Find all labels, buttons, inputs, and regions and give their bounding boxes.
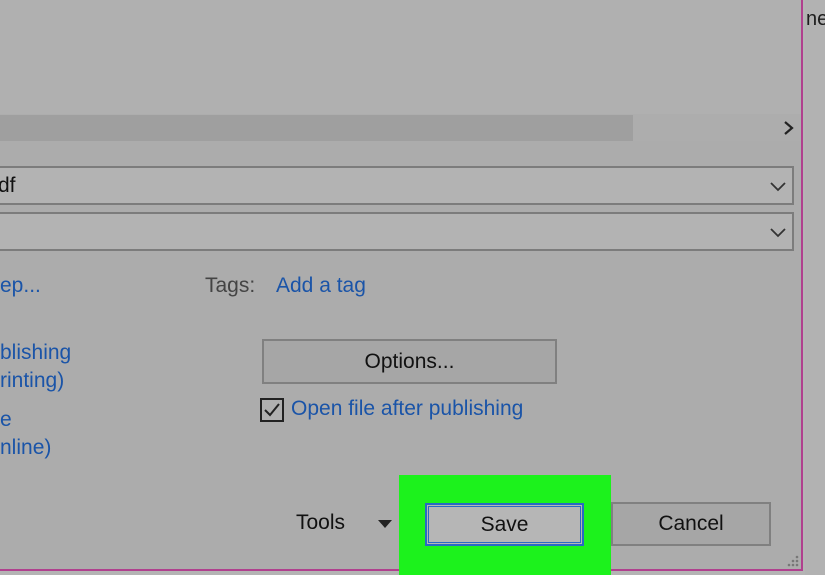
tools-label[interactable]: Tools (296, 511, 345, 535)
options-button[interactable]: Options... (262, 339, 557, 384)
tools-dropdown-icon[interactable] (378, 520, 392, 528)
file-name-field[interactable]: df (0, 166, 794, 205)
publish-dialog: df ep... Tags: Add a tag blishing rintin… (0, 0, 803, 575)
optimize-minimum-line2[interactable]: nline) (0, 436, 51, 460)
tags-label: Tags: (205, 274, 256, 297)
optimize-minimum-line1[interactable]: e (0, 408, 12, 432)
open-after-publishing-label[interactable]: Open file after publishing (291, 397, 523, 421)
checkmark-icon (264, 403, 280, 417)
save-as-type-select[interactable] (0, 212, 794, 251)
open-after-publishing-checkbox[interactable] (260, 398, 284, 422)
add-tag-link[interactable]: Add a tag (276, 274, 366, 298)
background-window-text: ne (806, 8, 825, 30)
optimize-standard-line1[interactable]: blishing (0, 341, 71, 365)
background-window (805, 0, 825, 575)
resize-grip-icon[interactable] (782, 550, 800, 568)
chevron-down-icon[interactable] (768, 177, 788, 195)
horizontal-scrollbar-thumb[interactable] (0, 115, 633, 141)
chevron-down-icon[interactable] (768, 223, 788, 241)
save-button[interactable]: Save (425, 503, 584, 546)
optimize-standard-line2[interactable]: rinting) (0, 369, 64, 393)
file-browser-pane[interactable] (0, 0, 801, 114)
scroll-right-icon[interactable] (778, 114, 800, 141)
authors-link[interactable]: ep... (0, 274, 41, 298)
file-name-value: df (0, 174, 16, 197)
cancel-button[interactable]: Cancel (611, 502, 771, 546)
